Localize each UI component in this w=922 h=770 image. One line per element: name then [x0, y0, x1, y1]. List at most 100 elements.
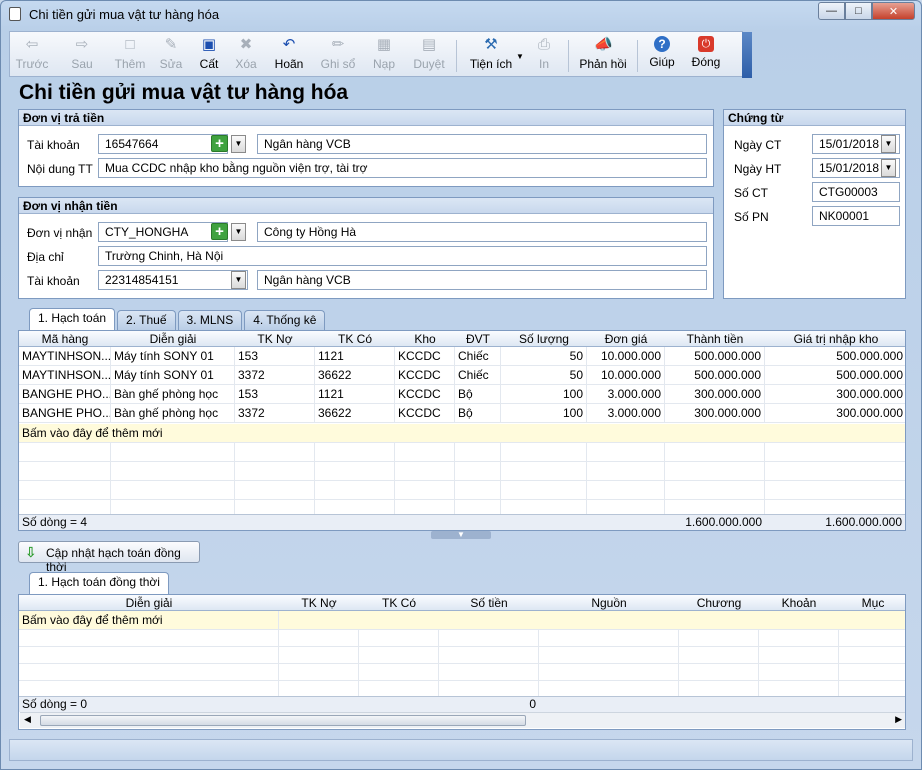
prev-button[interactable]: ⇦ Trước: [14, 34, 50, 76]
table-cell[interactable]: 300.000.000: [665, 404, 765, 423]
table-cell[interactable]: 50: [501, 347, 587, 366]
chevron-down-icon[interactable]: ▼: [231, 223, 246, 241]
utilities-dropdown[interactable]: ▼: [515, 48, 525, 90]
table-cell[interactable]: KCCDC: [395, 404, 455, 423]
column-header[interactable]: ĐVT: [455, 331, 501, 347]
chevron-down-icon[interactable]: ▼: [231, 271, 246, 289]
table-cell[interactable]: 10.000.000: [587, 366, 665, 385]
column-header[interactable]: TK Có: [315, 331, 395, 347]
table-cell[interactable]: 300.000.000: [765, 404, 905, 423]
table-cell[interactable]: 1121: [315, 347, 395, 366]
chevron-right-icon[interactable]: ▶: [895, 714, 902, 725]
receiver-unit-field[interactable]: CTY_HONGHA: [98, 222, 228, 242]
table-cell[interactable]: MAYTINHSON...: [19, 366, 111, 385]
table-cell[interactable]: Máy tính SONY 01: [111, 366, 235, 385]
update-concurrent-button[interactable]: ⇩ Cập nhật hạch toán đồng thời: [18, 541, 200, 574]
add-row[interactable]: Bấm vào đây để thêm mới: [19, 611, 905, 630]
table-cell[interactable]: Bàn ghế phòng học: [111, 404, 235, 423]
add-icon[interactable]: +: [211, 135, 228, 152]
column-header[interactable]: Số lượng: [501, 331, 587, 347]
edit-button[interactable]: ✎ Sửa: [156, 34, 186, 76]
utilities-button[interactable]: ⚒ Tiện ích: [466, 34, 516, 76]
table-row[interactable]: BANGHE PHO... Bàn ghế phòng học 3372 36622 K…: [19, 404, 905, 423]
tab-concurrent-accounting[interactable]: 1. Hạch toán đồng thời: [29, 572, 169, 594]
table-cell[interactable]: Máy tính SONY 01: [111, 347, 235, 366]
table-cell[interactable]: 3372: [235, 404, 315, 423]
horizontal-scrollbar[interactable]: ◀ ▶: [20, 712, 905, 728]
toolbar-overflow-button[interactable]: [742, 32, 752, 78]
tab-mlns[interactable]: 3. MLNS: [177, 310, 243, 330]
table-cell[interactable]: Bàn ghế phòng học: [111, 385, 235, 404]
table-row[interactable]: MAYTINHSON... Máy tính SONY 01 3372 36622 KC…: [19, 366, 905, 385]
receiver-bank-field[interactable]: Ngân hàng VCB: [257, 270, 707, 290]
column-header[interactable]: Thành tiền: [665, 331, 765, 347]
table-cell[interactable]: 36622: [315, 404, 395, 423]
table-cell[interactable]: 50: [501, 366, 587, 385]
add-row[interactable]: Bấm vào đây để thêm mới: [19, 424, 905, 443]
table-cell[interactable]: Bộ: [455, 385, 501, 404]
tab-accounting[interactable]: 1. Hạch toán: [29, 308, 116, 330]
tab-tax[interactable]: 2. Thuế: [117, 310, 176, 330]
table-cell[interactable]: 36622: [315, 366, 395, 385]
feedback-button[interactable]: 📣 Phản hồi: [578, 34, 628, 76]
receiver-address-field[interactable]: Trường Chinh, Hà Nội: [98, 246, 707, 266]
table-cell[interactable]: 153: [235, 385, 315, 404]
column-header[interactable]: Kho: [395, 331, 455, 347]
table-cell[interactable]: 300.000.000: [765, 385, 905, 404]
table-cell[interactable]: 3.000.000: [587, 404, 665, 423]
column-header[interactable]: Diễn giải: [19, 595, 279, 611]
delete-button[interactable]: ✖ Xóa: [232, 34, 260, 76]
maximize-button[interactable]: □: [845, 2, 872, 20]
table-row[interactable]: MAYTINHSON... Máy tính SONY 01 153 1121 KCCD…: [19, 347, 905, 366]
payer-account-field[interactable]: 16547664: [98, 134, 228, 154]
table-cell[interactable]: 10.000.000: [587, 347, 665, 366]
column-header[interactable]: TK Có: [359, 595, 439, 611]
column-header[interactable]: Khoản: [759, 595, 839, 611]
chevron-down-icon[interactable]: ▼: [231, 135, 246, 153]
table-cell[interactable]: MAYTINHSON...: [19, 347, 111, 366]
splitter-handle[interactable]: ▼: [431, 531, 491, 539]
scrollbar-thumb[interactable]: [40, 715, 526, 726]
column-header[interactable]: Số tiền: [439, 595, 539, 611]
column-header[interactable]: TK Nợ: [279, 595, 359, 611]
table-cell[interactable]: 153: [235, 347, 315, 366]
voucher-number-field[interactable]: CTG00003: [812, 182, 900, 202]
table-cell[interactable]: KCCDC: [395, 366, 455, 385]
minimize-button[interactable]: —: [818, 2, 845, 20]
table-cell[interactable]: 500.000.000: [765, 347, 905, 366]
help-button[interactable]: ? Giúp: [646, 34, 678, 76]
table-cell[interactable]: 300.000.000: [665, 385, 765, 404]
print-button[interactable]: ⎙ In: [532, 34, 556, 76]
table-cell[interactable]: 3.000.000: [587, 385, 665, 404]
add-row-label[interactable]: Bấm vào đây để thêm mới: [19, 611, 279, 630]
add-icon[interactable]: +: [211, 223, 228, 240]
chevron-left-icon[interactable]: ◀: [24, 714, 31, 725]
tab-statistics[interactable]: 4. Thống kê: [244, 310, 326, 330]
add-button[interactable]: □ Thêm: [112, 34, 148, 76]
table-cell[interactable]: 3372: [235, 366, 315, 385]
table-row[interactable]: BANGHE PHO... Bàn ghế phòng học 153 1121 KCC…: [19, 385, 905, 404]
column-header[interactable]: Đơn giá: [587, 331, 665, 347]
save-button[interactable]: ▣ Cất: [196, 34, 222, 76]
close-button[interactable]: ⏻ Đóng: [690, 34, 722, 76]
table-cell[interactable]: 500.000.000: [665, 366, 765, 385]
table-cell[interactable]: 500.000.000: [765, 366, 905, 385]
voucher-pn-field[interactable]: NK00001: [812, 206, 900, 226]
chevron-down-icon[interactable]: ▼: [881, 159, 896, 177]
close-window-button[interactable]: ✕: [872, 2, 915, 20]
table-cell[interactable]: Bộ: [455, 404, 501, 423]
add-row-label[interactable]: Bấm vào đây để thêm mới: [19, 424, 235, 443]
column-header[interactable]: Nguồn: [539, 595, 679, 611]
post-button[interactable]: ✏ Ghi sổ: [318, 34, 358, 76]
table-cell[interactable]: 1121: [315, 385, 395, 404]
table-cell[interactable]: 100: [501, 404, 587, 423]
table-cell[interactable]: Chiếc: [455, 366, 501, 385]
table-cell[interactable]: 500.000.000: [665, 347, 765, 366]
load-button[interactable]: ▦ Nạp: [372, 34, 396, 76]
column-header[interactable]: Chương: [679, 595, 759, 611]
column-header[interactable]: TK Nợ: [235, 331, 315, 347]
table-cell[interactable]: KCCDC: [395, 385, 455, 404]
column-header[interactable]: Mục: [839, 595, 905, 611]
table-cell[interactable]: 100: [501, 385, 587, 404]
next-button[interactable]: ⇨ Sau: [64, 34, 100, 76]
